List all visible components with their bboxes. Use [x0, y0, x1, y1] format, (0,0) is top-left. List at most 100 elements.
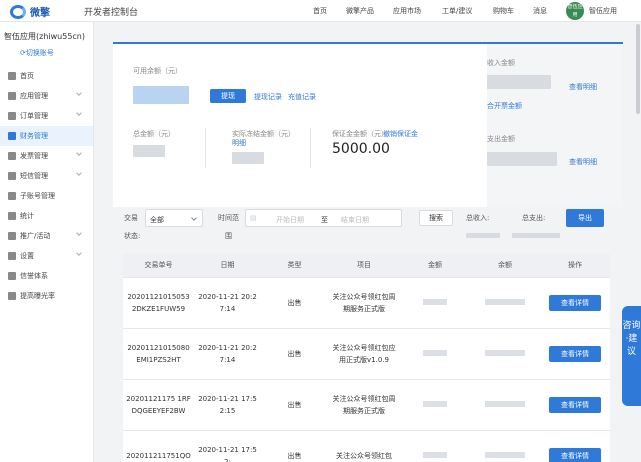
chevron-down-icon: [76, 90, 82, 96]
type: 出售: [261, 277, 328, 329]
balance-value: [485, 349, 525, 356]
sidebar-item-credit[interactable]: 信誉体系: [0, 266, 93, 286]
sidebar-item-settings[interactable]: 设置: [0, 246, 93, 266]
total-income-value: [466, 233, 500, 238]
order-no: 20201121015080EMI1PZS2HT: [123, 328, 194, 380]
top-bar: 微擎 开发者控制台 首页 微擎产品 应用市场 工单/建议 购物车 消息 智伍应用…: [0, 0, 641, 22]
view-detail-button[interactable]: 查看详情: [549, 294, 601, 311]
sidebar-item-apps[interactable]: 应用管理: [0, 86, 93, 106]
sidebar-item-subaccounts[interactable]: 子账号管理: [0, 186, 93, 206]
balance-value: [485, 400, 525, 407]
sidebar-item-home[interactable]: 首页: [0, 66, 93, 86]
export-button[interactable]: 导出: [566, 209, 604, 227]
sidebar-item-stats[interactable]: 统计: [0, 206, 93, 226]
col-date: 日期: [194, 254, 261, 278]
balance-value: [485, 451, 525, 458]
range-separator: 至: [321, 216, 328, 224]
chevron-down-icon: [76, 230, 82, 236]
transactions-table: 交易单号 日期 类型 项目 金额 余额 操作 202011210150532DK…: [123, 254, 610, 462]
status-select[interactable]: 全部: [145, 209, 203, 227]
sidebar-item-label: 发票管理: [20, 152, 48, 160]
user-icon: [8, 192, 16, 200]
start-date-input[interactable]: 开始日期: [276, 215, 304, 225]
time-range-label: 时间范: [218, 214, 239, 222]
divider: [205, 128, 206, 168]
col-action: 操作: [540, 254, 610, 278]
deposit-value: 5000.00: [332, 141, 390, 157]
mail-icon: [8, 172, 16, 180]
date-range-picker[interactable]: ▤ 开始日期 至 结束日期: [245, 209, 402, 227]
nav-market[interactable]: 应用市场: [393, 6, 421, 16]
status-select-value: 全部: [150, 216, 164, 224]
income-detail-link[interactable]: 查看明细: [569, 82, 597, 92]
order-no: 20201121175 1RFDQGEEYEF2BW: [123, 379, 194, 431]
view-detail-button[interactable]: 查看详情: [549, 345, 601, 362]
frozen-detail-link[interactable]: 明细: [232, 138, 246, 148]
table-row: 20201121175 1RFDQGEEYEF2BW 2020-11-21 17…: [123, 379, 610, 431]
consult-button[interactable]: 咨询·建议: [622, 306, 641, 406]
withdraw-button[interactable]: 提现: [210, 89, 246, 103]
total-amount-value: [133, 145, 165, 157]
table-row: 202011211751QO 2020-11-21 17:52: 出售 关注公众…: [123, 430, 610, 462]
sidebar-item-label: 设置: [20, 252, 34, 260]
sidebar-item-label: 短信管理: [20, 172, 48, 180]
type: 出售: [261, 379, 328, 431]
sidebar-item-label: 提高曝光率: [20, 292, 55, 300]
nav-tickets[interactable]: 工单/建议: [442, 6, 472, 16]
gear-icon: [8, 252, 16, 260]
action: 查看详情: [540, 328, 610, 380]
col-order-no: 交易单号: [123, 254, 194, 278]
sidebar-item-exposure[interactable]: 提高曝光率: [0, 286, 93, 306]
chevron-down-icon: [76, 250, 82, 256]
main-content: 可用余额（元） 提现 提现记录 充值记录 总金额（元） 实际冻结金额（元） 明细…: [94, 22, 641, 462]
action: 查看详情: [540, 379, 610, 431]
amount: [400, 379, 470, 431]
view-detail-button[interactable]: 查看详情: [549, 396, 601, 413]
balance-card: 可用余额（元） 提现 提现记录 充值记录 总金额（元） 实际冻结金额（元） 明细…: [113, 42, 623, 207]
sidebar-item-orders[interactable]: 订单管理: [0, 106, 93, 126]
col-project: 项目: [328, 254, 400, 278]
sidebar-item-label: 首页: [20, 72, 34, 80]
search-button[interactable]: 搜索: [419, 210, 453, 226]
nav-home[interactable]: 首页: [313, 6, 327, 16]
app-name: 智伍应用(zhiwu55cn): [4, 32, 85, 41]
table-header-row: 交易单号 日期 类型 项目 金额 余额 操作: [123, 254, 610, 278]
scrollbar[interactable]: [636, 24, 640, 114]
expense-detail-link[interactable]: 查看明细: [569, 157, 597, 167]
order-icon: [8, 112, 16, 120]
project: 关注公众号领红包周期服务正式版: [328, 379, 400, 431]
user-name[interactable]: 智伍应用: [589, 6, 617, 16]
logo[interactable]: 微擎: [10, 4, 50, 19]
project: 关注公众号领红包周期服务正式版: [328, 277, 400, 329]
invoice-icon: [8, 152, 16, 160]
amount: [400, 430, 470, 462]
sidebar-item-promotion[interactable]: 推广/活动: [0, 226, 93, 246]
sidebar-item-invoices[interactable]: 发票管理: [0, 146, 93, 166]
view-detail-button[interactable]: 查看详情: [549, 447, 601, 462]
logo-text: 微擎: [30, 8, 50, 19]
col-balance: 余额: [470, 254, 540, 278]
end-date-input[interactable]: 结束日期: [341, 215, 369, 225]
action: 查看详情: [540, 430, 610, 462]
nav-products[interactable]: 微擎产品: [346, 6, 374, 16]
invoice-amount-link[interactable]: 合开票金额: [487, 101, 522, 111]
switch-account-link[interactable]: ⟳切换账号: [20, 48, 54, 58]
sidebar-item-label: 统计: [20, 212, 34, 220]
chevron-down-icon: [76, 170, 82, 176]
nav-messages[interactable]: 消息: [533, 6, 547, 16]
avatar[interactable]: 智伍应用: [566, 2, 584, 20]
divider: [310, 128, 311, 168]
action: 查看详情: [540, 277, 610, 329]
logo-icon: [10, 4, 26, 19]
sidebar-item-finance[interactable]: 财务管理: [0, 126, 93, 146]
dev-console-title: 开发者控制台: [84, 8, 139, 18]
table-row: 202011210150532DKZE1FUW59 2020-11-21 20:…: [123, 277, 610, 329]
col-amount: 金额: [400, 254, 470, 278]
sidebar-item-sms[interactable]: 短信管理: [0, 166, 93, 186]
project: 关注公众号领红包: [328, 430, 400, 462]
deposit-label: 保证金金额（元）: [332, 130, 388, 138]
deposit-withdraw-link[interactable]: 撤销保证金: [383, 129, 418, 139]
nav-cart[interactable]: 购物车: [493, 6, 514, 16]
withdraw-record-link[interactable]: 提现记录: [254, 92, 282, 102]
recharge-record-link[interactable]: 充值记录: [288, 92, 316, 102]
